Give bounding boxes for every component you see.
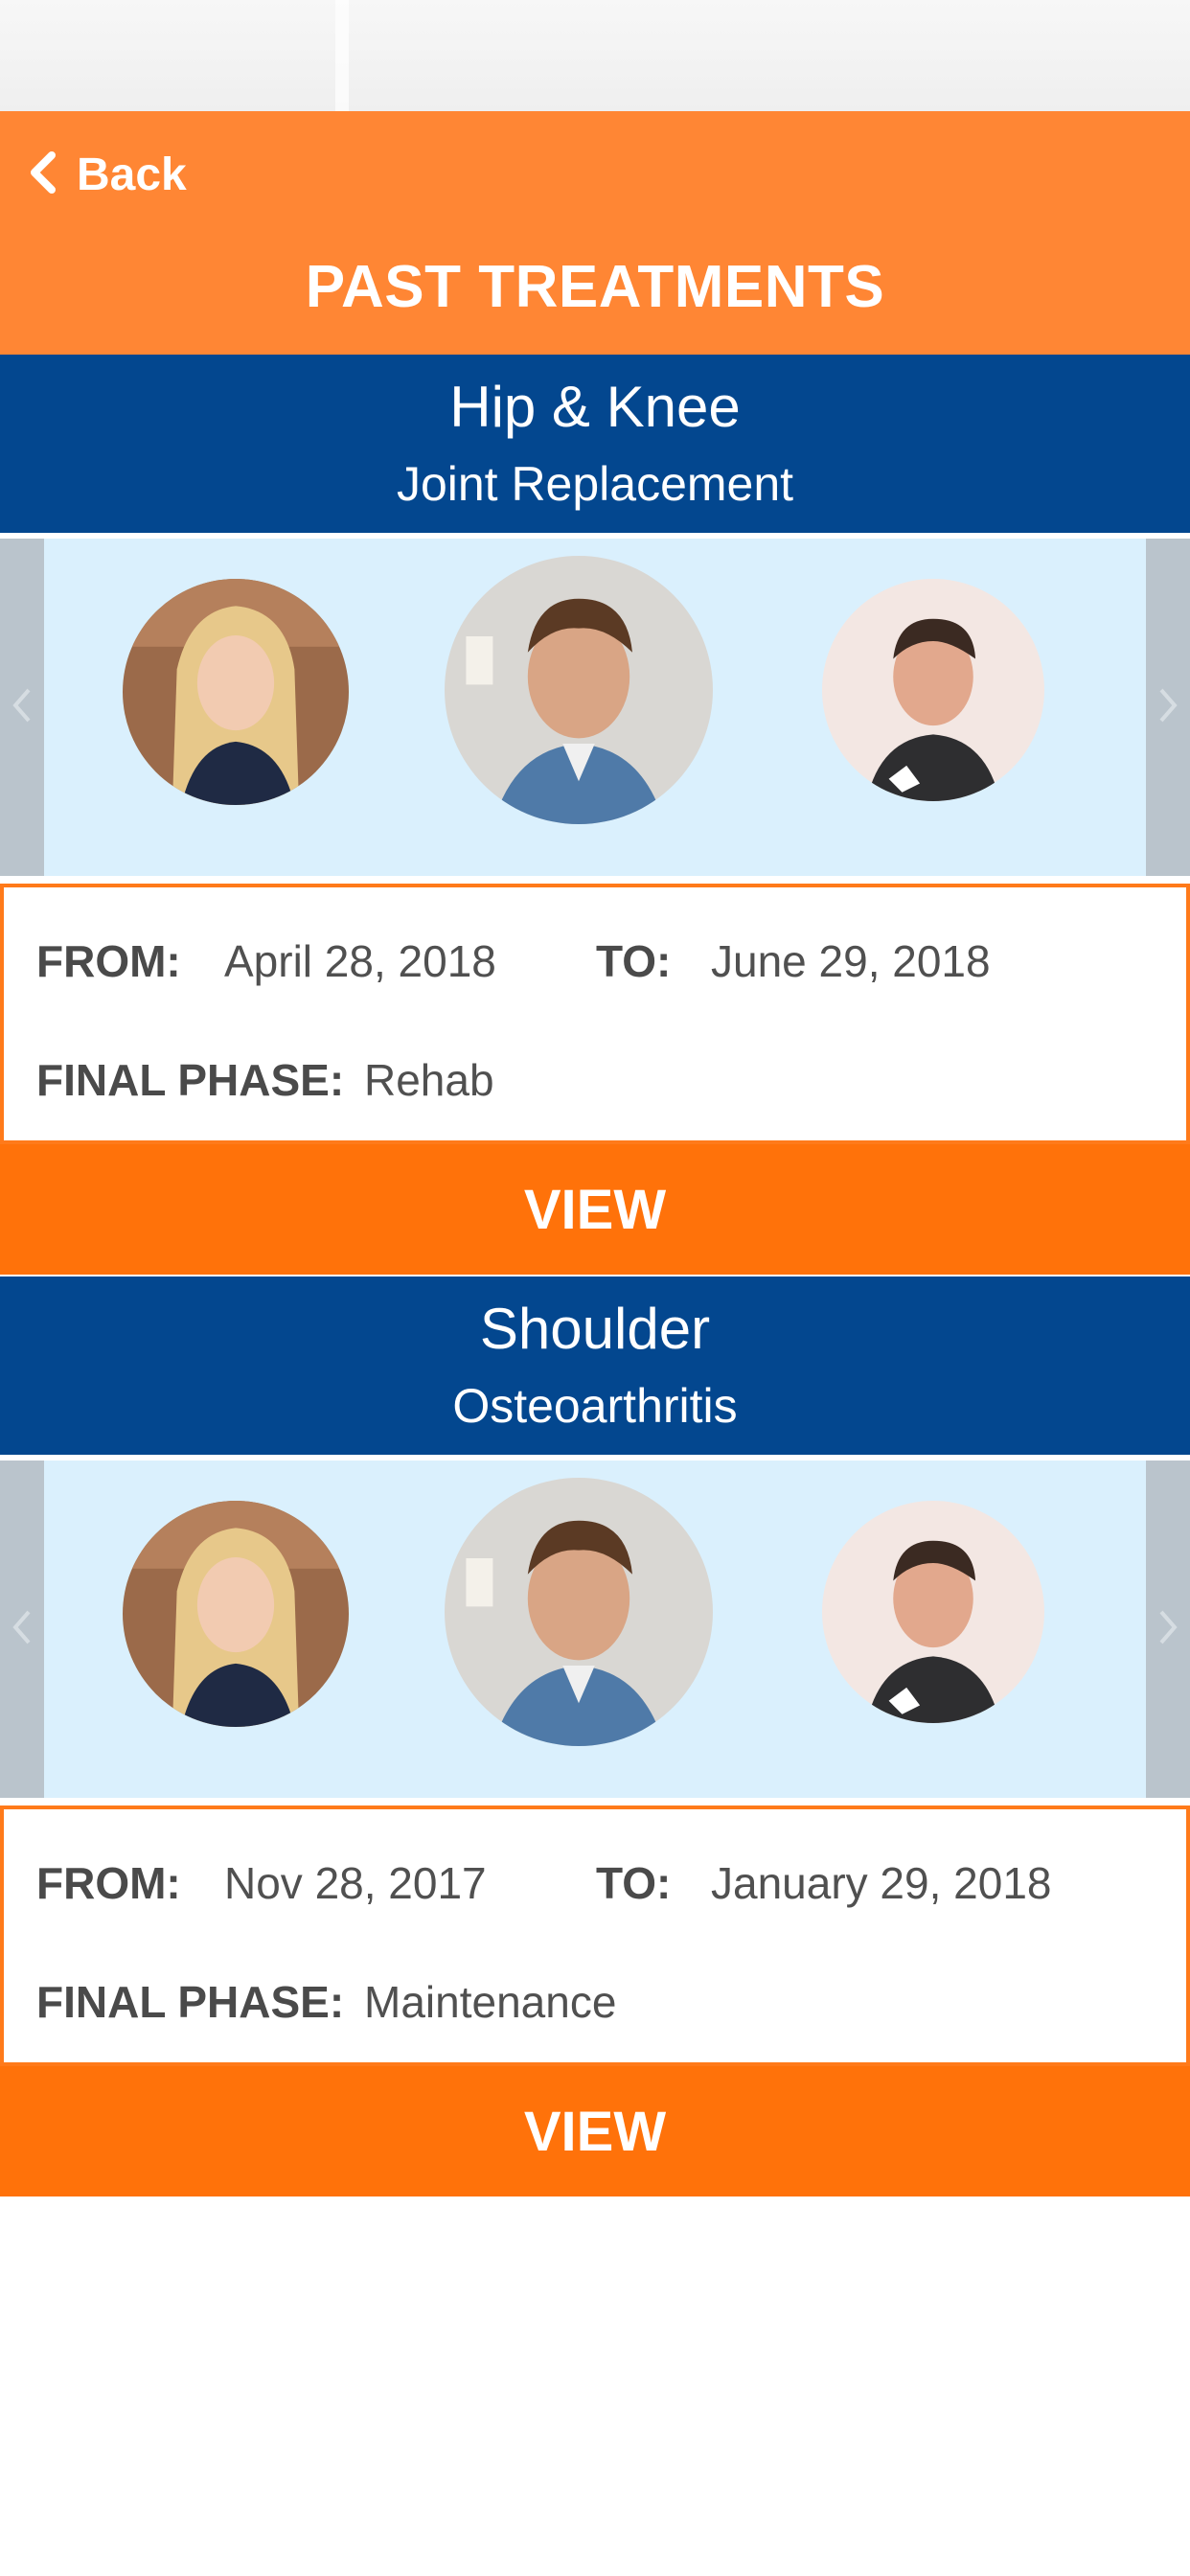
view-button[interactable]: VIEW bbox=[0, 2066, 1190, 2196]
to-date: June 29, 2018 bbox=[711, 936, 991, 986]
to-label: TO: bbox=[596, 936, 672, 986]
chevron-left-icon bbox=[27, 150, 59, 200]
avatar[interactable] bbox=[822, 579, 1044, 801]
to-label: TO: bbox=[596, 1858, 672, 1908]
treatment-title-bar: Hip & Knee Joint Replacement bbox=[0, 355, 1190, 533]
treatment-details: FROM: April 28, 2018 TO: June 29, 2018 F… bbox=[0, 884, 1190, 1144]
carousel-next-button[interactable] bbox=[1146, 539, 1190, 876]
chevron-right-icon bbox=[1156, 1608, 1180, 1651]
back-button[interactable]: Back bbox=[27, 134, 187, 215]
treatment-title-bar: Shoulder Osteoarthritis bbox=[0, 1276, 1190, 1455]
view-button[interactable]: VIEW bbox=[0, 1144, 1190, 1275]
from-date: April 28, 2018 bbox=[224, 936, 496, 986]
avatar[interactable] bbox=[123, 1501, 349, 1727]
from-label: FROM: bbox=[36, 936, 181, 986]
app-header: Back PAST TREATMENTS bbox=[0, 111, 1190, 355]
final-phase-label: FINAL PHASE: bbox=[36, 1977, 345, 2027]
final-phase-value: Maintenance bbox=[364, 1977, 617, 2027]
chevron-left-icon bbox=[10, 1608, 34, 1651]
avatar[interactable] bbox=[123, 579, 349, 805]
status-bar-area bbox=[0, 0, 1190, 111]
care-team-carousel bbox=[0, 1460, 1190, 1798]
chevron-right-icon bbox=[1156, 686, 1180, 729]
avatar[interactable] bbox=[445, 1478, 713, 1746]
treatment-details: FROM: Nov 28, 2017 TO: January 29, 2018 … bbox=[0, 1806, 1190, 2066]
final-phase-label: FINAL PHASE: bbox=[36, 1055, 345, 1105]
page-title: PAST TREATMENTS bbox=[305, 254, 885, 320]
from-date: Nov 28, 2017 bbox=[224, 1858, 487, 1908]
carousel-next-button[interactable] bbox=[1146, 1460, 1190, 1798]
to-date: January 29, 2018 bbox=[711, 1858, 1052, 1908]
back-label: Back bbox=[77, 149, 187, 200]
treatment-title: Hip & Knee bbox=[449, 375, 741, 439]
chevron-left-icon bbox=[10, 686, 34, 729]
avatar[interactable] bbox=[445, 556, 713, 824]
treatment-subtitle: Joint Replacement bbox=[396, 457, 794, 511]
carousel-prev-button[interactable] bbox=[0, 1460, 44, 1798]
final-phase-value: Rehab bbox=[364, 1055, 494, 1105]
care-team-carousel bbox=[0, 539, 1190, 876]
carousel-prev-button[interactable] bbox=[0, 539, 44, 876]
avatar[interactable] bbox=[822, 1501, 1044, 1723]
treatment-title: Shoulder bbox=[479, 1297, 711, 1361]
treatment-subtitle: Osteoarthritis bbox=[452, 1379, 738, 1433]
from-label: FROM: bbox=[36, 1858, 181, 1908]
